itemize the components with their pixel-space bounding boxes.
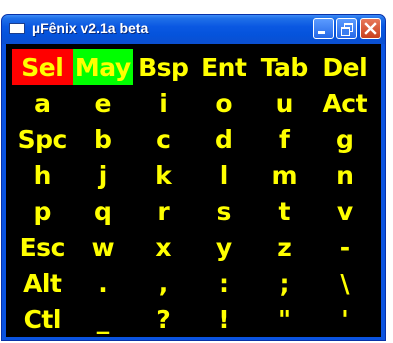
key-0-5[interactable]: Del bbox=[315, 49, 376, 85]
key-7-2[interactable]: ? bbox=[133, 301, 194, 337]
app-window: µFênix v2.1a beta Sel May Bsp Ent Tab Del a e i o… bbox=[1, 14, 386, 341]
key-1-1[interactable]: e bbox=[73, 85, 134, 121]
key-7-5[interactable]: ' bbox=[315, 301, 376, 337]
key-6-4[interactable]: ; bbox=[254, 265, 315, 301]
key-0-1[interactable]: May bbox=[72, 49, 133, 85]
key-4-4[interactable]: t bbox=[254, 193, 315, 229]
key-6-0[interactable]: Alt bbox=[12, 265, 73, 301]
key-1-2[interactable]: i bbox=[133, 85, 194, 121]
key-5-2[interactable]: x bbox=[133, 229, 194, 265]
key-0-0[interactable]: Sel bbox=[12, 49, 73, 85]
close-icon bbox=[364, 22, 377, 35]
restore-button[interactable] bbox=[336, 18, 357, 39]
key-4-5[interactable]: v bbox=[315, 193, 376, 229]
key-2-2[interactable]: c bbox=[133, 121, 194, 157]
key-3-0[interactable]: h bbox=[12, 157, 73, 193]
key-4-1[interactable]: q bbox=[73, 193, 134, 229]
key-6-5[interactable]: \ bbox=[315, 265, 376, 301]
key-2-1[interactable]: b bbox=[73, 121, 134, 157]
key-4-2[interactable]: r bbox=[133, 193, 194, 229]
key-5-0[interactable]: Esc bbox=[12, 229, 73, 265]
key-grid: Sel May Bsp Ent Tab Del a e i o u Act Spc b c d f g h j k l m n… bbox=[12, 49, 375, 337]
key-6-3[interactable]: : bbox=[194, 265, 255, 301]
key-0-4[interactable]: Tab bbox=[254, 49, 315, 85]
key-0-3[interactable]: Ent bbox=[194, 49, 255, 85]
key-2-5[interactable]: g bbox=[315, 121, 376, 157]
key-1-4[interactable]: u bbox=[254, 85, 315, 121]
key-7-3[interactable]: ! bbox=[194, 301, 255, 337]
key-3-1[interactable]: j bbox=[73, 157, 134, 193]
key-1-3[interactable]: o bbox=[194, 85, 255, 121]
key-5-3[interactable]: y bbox=[194, 229, 255, 265]
key-4-3[interactable]: s bbox=[194, 193, 255, 229]
key-3-2[interactable]: k bbox=[133, 157, 194, 193]
key-1-5[interactable]: Act bbox=[315, 85, 376, 121]
title-bar[interactable]: µFênix v2.1a beta bbox=[2, 15, 385, 44]
key-2-3[interactable]: d bbox=[194, 121, 255, 157]
key-7-4[interactable]: " bbox=[254, 301, 315, 337]
key-4-0[interactable]: p bbox=[12, 193, 73, 229]
key-6-2[interactable]: , bbox=[133, 265, 194, 301]
key-1-0[interactable]: a bbox=[12, 85, 73, 121]
key-7-1[interactable]: _ bbox=[73, 301, 134, 337]
key-2-0[interactable]: Spc bbox=[12, 121, 73, 157]
key-5-1[interactable]: w bbox=[73, 229, 134, 265]
window-title: µFênix v2.1a beta bbox=[32, 20, 149, 36]
close-button[interactable] bbox=[360, 18, 381, 39]
key-3-3[interactable]: l bbox=[194, 157, 255, 193]
keyboard-panel: Sel May Bsp Ent Tab Del a e i o u Act Spc b c d f g h j k l m n… bbox=[6, 44, 381, 337]
restore-icon bbox=[340, 22, 353, 36]
key-5-5[interactable]: - bbox=[315, 229, 376, 265]
key-6-1[interactable]: . bbox=[73, 265, 134, 301]
minimize-icon bbox=[318, 31, 325, 34]
app-window-icon[interactable] bbox=[9, 23, 25, 34]
minimize-button[interactable] bbox=[313, 18, 334, 39]
key-7-0[interactable]: Ctl bbox=[12, 301, 73, 337]
key-0-2[interactable]: Bsp bbox=[133, 49, 194, 85]
key-5-4[interactable]: z bbox=[254, 229, 315, 265]
key-3-4[interactable]: m bbox=[254, 157, 315, 193]
key-3-5[interactable]: n bbox=[315, 157, 376, 193]
key-2-4[interactable]: f bbox=[254, 121, 315, 157]
